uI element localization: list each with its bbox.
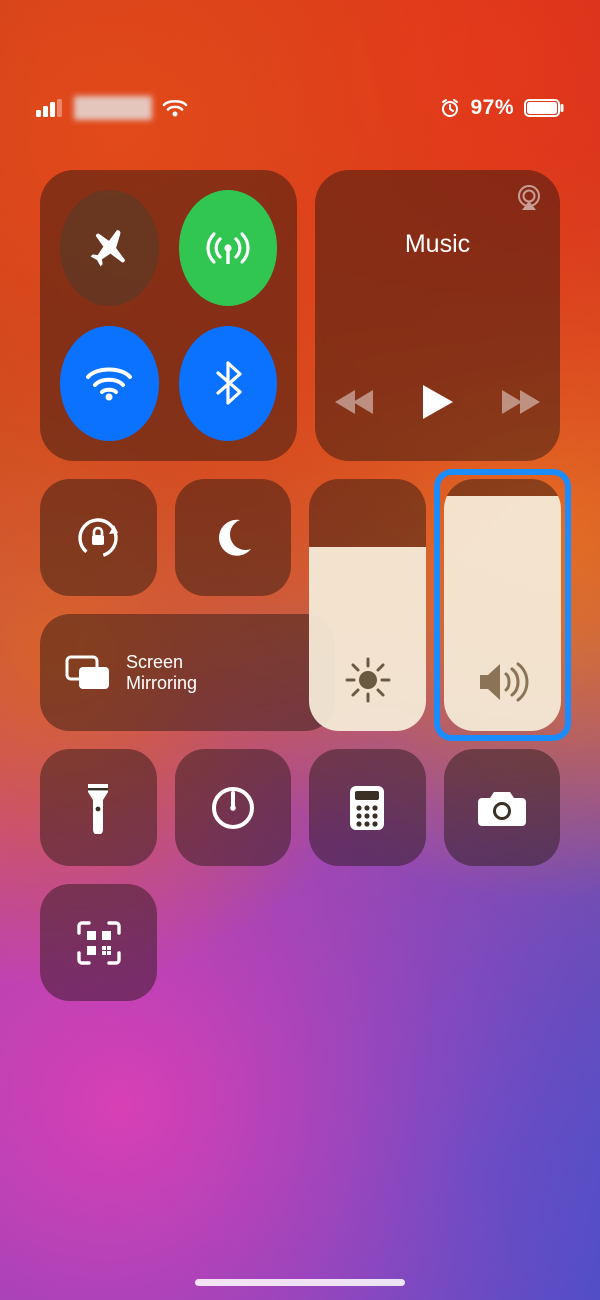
- volume-fill: [444, 496, 561, 731]
- moon-icon: [212, 517, 254, 559]
- airplane-mode-toggle[interactable]: [60, 190, 159, 306]
- screen-mirroring-label: Screen Mirroring: [126, 652, 197, 693]
- brightness-fill: [309, 547, 426, 731]
- carrier-name: [74, 96, 152, 120]
- screen-mirroring-icon: [64, 654, 112, 692]
- wifi-icon: [84, 363, 134, 403]
- flashlight-button[interactable]: [40, 749, 157, 866]
- bluetooth-toggle[interactable]: [179, 326, 278, 442]
- status-right: 97%: [440, 96, 564, 120]
- brightness-slider[interactable]: [309, 479, 426, 731]
- cellular-signal-icon: [36, 99, 64, 117]
- do-not-disturb-toggle[interactable]: [175, 479, 292, 596]
- previous-track-button[interactable]: [335, 388, 375, 416]
- qr-code-button[interactable]: [40, 884, 157, 1001]
- battery-percent: 97%: [470, 96, 514, 120]
- cellular-icon: [204, 224, 252, 272]
- screen-mirroring-button[interactable]: Screen Mirroring: [40, 614, 335, 731]
- wifi-status-icon: [162, 98, 188, 118]
- status-bar: 97%: [0, 0, 600, 132]
- media-controls-group[interactable]: Music: [315, 170, 560, 461]
- play-button[interactable]: [421, 383, 455, 421]
- battery-icon: [524, 99, 564, 117]
- orientation-lock-icon: [73, 513, 123, 563]
- flashlight-icon: [85, 782, 111, 834]
- brightness-icon: [345, 657, 391, 703]
- airplane-icon: [86, 225, 132, 271]
- status-left: [36, 96, 188, 120]
- media-title: Music: [315, 230, 560, 259]
- calculator-icon: [348, 784, 386, 832]
- qr-code-icon: [75, 919, 123, 967]
- airplay-icon[interactable]: [514, 184, 544, 212]
- cellular-data-toggle[interactable]: [179, 190, 278, 306]
- wifi-toggle[interactable]: [60, 326, 159, 442]
- next-track-button[interactable]: [500, 388, 540, 416]
- camera-button[interactable]: [444, 749, 561, 866]
- connectivity-group[interactable]: [40, 170, 297, 461]
- camera-icon: [476, 788, 528, 828]
- control-center: Music Screen Mirroring: [40, 170, 560, 1019]
- timer-button[interactable]: [175, 749, 292, 866]
- orientation-lock-toggle[interactable]: [40, 479, 157, 596]
- volume-slider[interactable]: [444, 479, 561, 731]
- home-indicator[interactable]: [195, 1279, 405, 1286]
- bluetooth-icon: [214, 361, 242, 405]
- volume-icon: [476, 661, 530, 703]
- volume-slider-highlighted: [434, 469, 571, 741]
- calculator-button[interactable]: [309, 749, 426, 866]
- timer-icon: [209, 784, 257, 832]
- alarm-icon: [440, 98, 460, 118]
